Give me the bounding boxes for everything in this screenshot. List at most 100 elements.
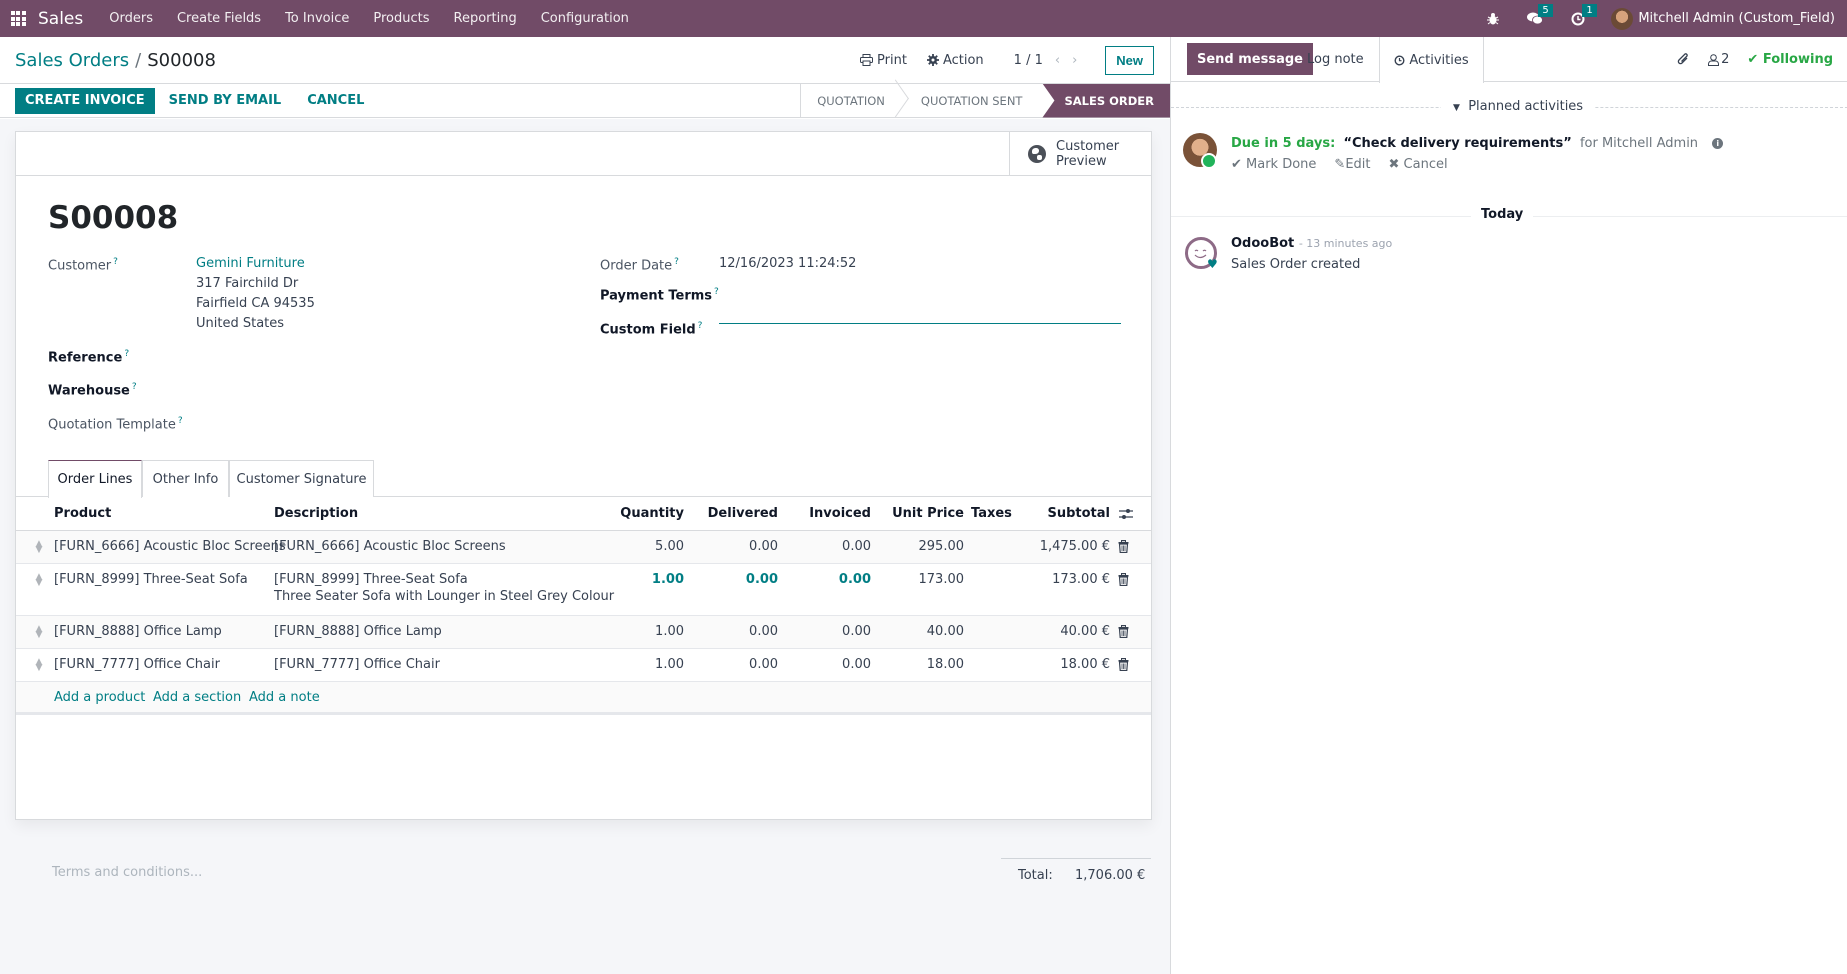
help-icon[interactable]: ? — [178, 416, 183, 426]
following-button[interactable]: ✔ Following — [1747, 52, 1833, 67]
table-row[interactable]: ▲ ▼ [FURN_8888] Office Lamp [FURN_8888] Off… — [16, 616, 1151, 649]
new-button[interactable]: New — [1105, 45, 1154, 75]
delivered-cell[interactable]: 0.00 — [749, 624, 778, 639]
unit-price-cell[interactable]: 40.00 — [927, 624, 964, 639]
stage-quotation[interactable]: QUOTATION — [800, 83, 901, 118]
send-by-email-button[interactable]: SEND BY EMAIL — [157, 88, 294, 114]
drag-handle-icon[interactable]: ▲ ▼ — [35, 540, 43, 555]
followers-button[interactable]: 2 — [1708, 52, 1729, 67]
menu-products[interactable]: Products — [361, 11, 441, 26]
apps-menu-button[interactable] — [0, 0, 36, 37]
add-section-link[interactable]: Add a section — [153, 690, 241, 705]
info-icon[interactable]: i — [1712, 138, 1724, 149]
product-cell[interactable]: [FURN_8999] Three-Seat Sofa — [54, 572, 248, 587]
bug-icon[interactable] — [1487, 12, 1500, 25]
table-row[interactable]: ▲ ▼ [FURN_8999] Three-Seat Sofa [FURN_8999]… — [16, 564, 1151, 616]
col-quantity[interactable]: Quantity — [620, 506, 684, 521]
quantity-cell[interactable]: 1.00 — [655, 624, 684, 639]
menu-orders[interactable]: Orders — [97, 11, 165, 26]
trash-icon[interactable] — [1118, 540, 1129, 554]
col-delivered[interactable]: Delivered — [708, 506, 778, 521]
col-taxes[interactable]: Taxes — [971, 506, 1012, 521]
help-icon[interactable]: ? — [113, 257, 118, 267]
message-author[interactable]: OdooBot — [1231, 236, 1294, 251]
col-invoiced[interactable]: Invoiced — [809, 506, 871, 521]
help-icon[interactable]: ? — [674, 257, 679, 267]
trash-icon[interactable] — [1118, 658, 1129, 672]
pager-next-icon[interactable]: › — [1072, 53, 1077, 68]
planned-activities-toggle[interactable]: ▼ Planned activities — [1441, 99, 1596, 114]
col-description[interactable]: Description — [274, 506, 358, 521]
activities-button[interactable]: Activities — [1379, 37, 1484, 83]
log-note-button[interactable]: Log note — [1307, 43, 1364, 75]
tab-order-lines[interactable]: Order Lines — [48, 460, 142, 498]
table-row[interactable]: ▲ ▼ [FURN_6666] Acoustic Bloc Screens [FURN… — [16, 531, 1151, 564]
tab-other-info[interactable]: Other Info — [142, 460, 229, 497]
edit-activity-button[interactable]: ✎Edit — [1334, 157, 1370, 172]
help-icon[interactable]: ? — [124, 349, 129, 359]
menu-to-invoice[interactable]: To Invoice — [273, 11, 361, 26]
top-navbar: Sales Orders Create Fields To Invoice Pr… — [0, 0, 1847, 37]
user-menu[interactable]: Mitchell Admin (Custom_Field) — [1638, 11, 1835, 26]
mark-done-button[interactable]: ✔ Mark Done — [1231, 157, 1316, 172]
drag-handle-icon[interactable]: ▲ ▼ — [35, 658, 43, 673]
action-button[interactable]: Action — [926, 53, 984, 68]
help-icon[interactable]: ? — [132, 382, 137, 392]
customer-link[interactable]: Gemini Furniture — [196, 254, 315, 274]
print-button[interactable]: Print — [860, 53, 907, 68]
help-icon[interactable]: ? — [714, 287, 719, 297]
optional-columns-icon[interactable] — [1119, 507, 1133, 521]
order-date-value[interactable]: 12/16/2023 11:24:52 — [719, 254, 856, 274]
following-label: Following — [1762, 52, 1833, 67]
product-cell[interactable]: [FURN_8888] Office Lamp — [54, 624, 222, 639]
customer-preview-button[interactable]: Customer Preview — [1009, 132, 1151, 175]
create-invoice-button[interactable]: CREATE INVOICE — [15, 87, 155, 114]
paperclip-icon[interactable] — [1677, 52, 1690, 67]
tab-customer-signature[interactable]: Customer Signature — [229, 460, 374, 497]
user-avatar[interactable] — [1611, 7, 1634, 30]
app-name[interactable]: Sales — [38, 9, 83, 29]
delivered-cell[interactable]: 0.00 — [746, 572, 778, 587]
menu-reporting[interactable]: Reporting — [442, 11, 529, 26]
menu-create-fields[interactable]: Create Fields — [165, 11, 273, 26]
table-row[interactable]: ▲ ▼ [FURN_7777] Office Chair [FURN_7777] Of… — [16, 649, 1151, 682]
product-cell[interactable]: [FURN_7777] Office Chair — [54, 657, 220, 672]
menu-configuration[interactable]: Configuration — [529, 11, 641, 26]
send-message-button[interactable]: Send message — [1187, 43, 1313, 75]
col-subtotal[interactable]: Subtotal — [1047, 506, 1110, 521]
breadcrumb-sales-orders[interactable]: Sales Orders — [15, 50, 129, 71]
description-cell[interactable]: [FURN_8888] Office Lamp — [274, 624, 442, 639]
terms-and-conditions-input[interactable]: Terms and conditions... — [52, 865, 202, 880]
trash-icon[interactable] — [1118, 625, 1129, 639]
custom-field-input[interactable] — [719, 302, 1121, 324]
product-cell[interactable]: [FURN_6666] Acoustic Bloc Screens — [54, 539, 286, 554]
help-icon[interactable]: ? — [698, 321, 703, 331]
clock-icon[interactable]: 1 — [1571, 3, 1597, 26]
drag-handle-icon[interactable]: ▲ ▼ — [35, 573, 43, 588]
stage-sales-order[interactable]: SALES ORDER — [1042, 83, 1170, 118]
pager-value[interactable]: 1 / 1 — [1014, 53, 1043, 68]
unit-price-cell[interactable]: 18.00 — [927, 657, 964, 672]
unit-price-cell[interactable]: 173.00 — [919, 572, 965, 587]
description-cell[interactable]: [FURN_6666] Acoustic Bloc Screens — [274, 539, 506, 554]
record-title: S00008 — [48, 200, 179, 236]
add-note-link[interactable]: Add a note — [249, 690, 320, 705]
stage-quotation-sent[interactable]: QUOTATION SENT — [901, 84, 1045, 118]
delivered-cell[interactable]: 0.00 — [749, 539, 778, 554]
col-product[interactable]: Product — [54, 506, 111, 521]
chat-icon[interactable]: 5 — [1527, 4, 1553, 25]
description-cell[interactable]: [FURN_7777] Office Chair — [274, 657, 440, 672]
cancel-activity-button[interactable]: ✖ Cancel — [1389, 157, 1448, 172]
trash-icon[interactable] — [1118, 573, 1129, 587]
pager-previous-icon[interactable]: ‹ — [1055, 53, 1060, 68]
col-unit-price[interactable]: Unit Price — [892, 506, 964, 521]
description-cell[interactable]: [FURN_8999] Three-Seat Sofa Three Seater … — [274, 572, 614, 604]
cancel-order-button[interactable]: CANCEL — [295, 88, 376, 114]
add-product-link[interactable]: Add a product — [54, 690, 145, 705]
delivered-cell[interactable]: 0.00 — [749, 657, 778, 672]
unit-price-cell[interactable]: 295.00 — [919, 539, 965, 554]
drag-handle-icon[interactable]: ▲ ▼ — [35, 625, 43, 640]
quantity-cell[interactable]: 1.00 — [652, 572, 684, 587]
quantity-cell[interactable]: 1.00 — [655, 657, 684, 672]
quantity-cell[interactable]: 5.00 — [655, 539, 684, 554]
